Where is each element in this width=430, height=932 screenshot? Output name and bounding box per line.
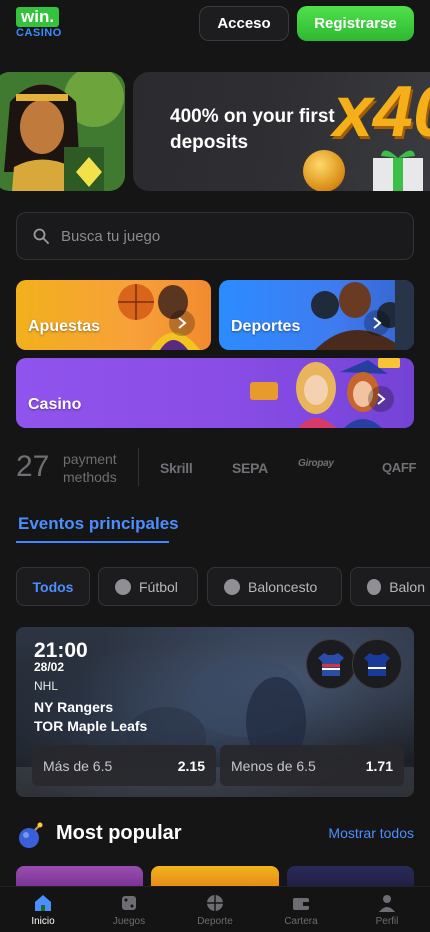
boxer-illustration [311, 280, 414, 350]
payment-methods-strip: 27 payment methods Skrill SEPA Giropay Q… [16, 444, 430, 492]
nav-item-juegos[interactable]: Juegos [86, 887, 172, 932]
promo-banner-deposit[interactable]: x40 400% on your first deposits [133, 72, 430, 191]
event-league: NHL [34, 679, 59, 693]
odds-value: 2.15 [177, 757, 205, 774]
odds-over-button[interactable]: Más de 6.5 2.15 [32, 745, 216, 786]
search-input[interactable]: Busca tu juego [16, 212, 414, 260]
odds-label: Menos de 6.5 [231, 757, 316, 774]
payment-label-line1: payment [63, 451, 117, 467]
section-title-events[interactable]: Eventos principales [18, 514, 179, 534]
bomb-icon [19, 822, 43, 848]
search-icon [33, 228, 49, 244]
odds-value: 1.71 [365, 757, 393, 774]
user-icon [379, 895, 395, 912]
brand-qaff: QAFF [382, 460, 417, 475]
rangers-jersey-icon [306, 639, 356, 689]
gift-icon [373, 150, 423, 191]
team-away: TOR Maple Leafs [34, 718, 148, 734]
nav-label: Perfil [375, 916, 399, 927]
tab-todos[interactable]: Todos [16, 567, 90, 606]
tab-underline [16, 541, 169, 543]
top-header: win. CASINO Acceso Registrarse [0, 0, 430, 46]
chevron-right-icon [364, 310, 390, 336]
category-card-apuestas[interactable]: Apuestas [16, 280, 211, 350]
odds-under-button[interactable]: Menos de 6.5 1.71 [220, 745, 404, 786]
tab-label: Fútbol [139, 578, 178, 595]
dice-icon [122, 896, 136, 910]
nav-label: Cartera [284, 916, 318, 927]
category-label: Deportes [231, 318, 301, 335]
maple-leafs-jersey-icon [352, 639, 402, 689]
brand-logo[interactable]: win. CASINO [16, 7, 62, 41]
divider [138, 448, 139, 486]
register-button[interactable]: Registrarse [297, 6, 414, 41]
payment-label-line2: methods [63, 469, 117, 485]
basketball-icon [207, 895, 223, 911]
category-label: Casino [28, 396, 82, 413]
promo-headline: 400% on your first deposits [170, 106, 335, 153]
basketball-player-illustration [118, 284, 200, 350]
show-all-link[interactable]: Mostrar todos [328, 825, 414, 841]
tab-label: Baloncesto [248, 578, 318, 595]
login-button[interactable]: Acceso [199, 6, 289, 41]
tab-baloncesto-2[interactable]: Balon [350, 567, 430, 606]
wallet-icon [293, 898, 309, 910]
nav-item-cartera[interactable]: Cartera [258, 887, 344, 932]
tab-futbol[interactable]: Fútbol [98, 567, 198, 606]
soccer-ball-icon [115, 578, 131, 595]
tab-label: Balon [389, 578, 425, 595]
nav-item-inicio[interactable]: Inicio [0, 887, 86, 932]
category-card-deportes[interactable]: Deportes [219, 280, 414, 350]
chevron-right-icon [368, 386, 394, 412]
category-label: Apuestas [28, 318, 101, 335]
nav-label: Juegos [112, 916, 146, 927]
chevron-right-icon [169, 310, 195, 336]
nav-label: Deporte [197, 916, 233, 927]
event-date: 28/02 [34, 660, 65, 674]
tab-baloncesto[interactable]: Baloncesto [207, 567, 342, 606]
basketball-icon [367, 578, 382, 595]
nav-item-perfil[interactable]: Perfil [344, 887, 430, 932]
odds-label: Más de 6.5 [43, 757, 113, 774]
team-home: NY Rangers [34, 699, 114, 715]
payment-count: 27 [16, 450, 50, 483]
logo-subtitle: CASINO [16, 27, 62, 39]
search-placeholder: Busca tu juego [61, 227, 161, 245]
brand-giropay: Giropay [298, 458, 334, 469]
brand-sepa: SEPA [232, 460, 268, 476]
bottom-navigation: Inicio Juegos Deporte Cartera Perfil [0, 886, 430, 932]
cleopatra-illustration [0, 72, 125, 191]
coin-icon [303, 150, 345, 191]
home-icon [35, 895, 51, 911]
logo-wordmark: win. [16, 7, 60, 27]
nav-item-deporte[interactable]: Deporte [172, 887, 258, 932]
brand-skrill: Skrill [160, 460, 193, 476]
basketball-icon [224, 578, 240, 595]
promo-banner-cleopatra[interactable] [0, 72, 125, 191]
featured-event-card[interactable]: 21:00 28/02 NHL NY Rangers TOR Maple Lea… [16, 627, 414, 797]
most-popular-title: Most popular [56, 822, 182, 844]
category-card-casino[interactable]: Casino [16, 358, 414, 428]
nav-label: Inicio [31, 916, 55, 927]
payment-label: payment methods [63, 450, 117, 486]
